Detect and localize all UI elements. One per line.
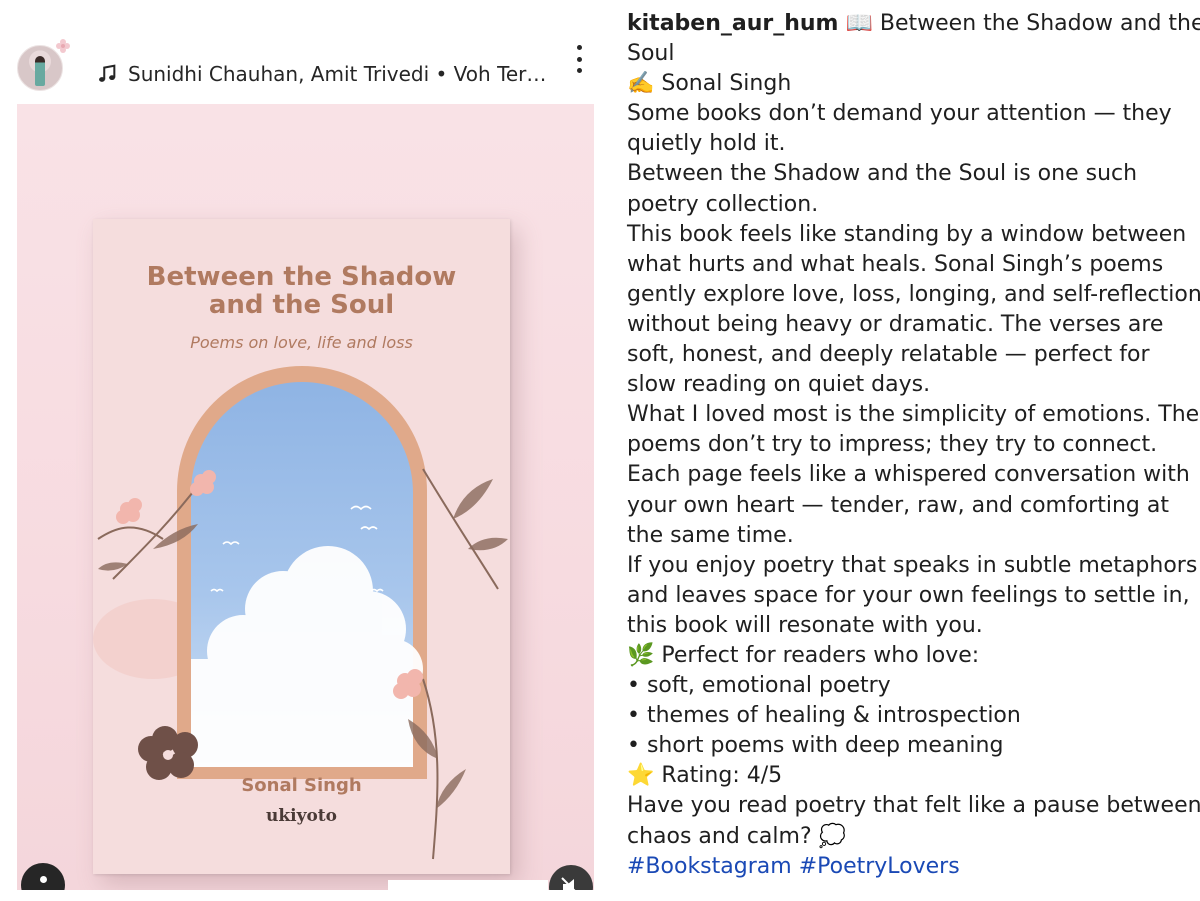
book-title: Between the Shadow and the Soul bbox=[93, 263, 510, 319]
caption-text-line: poetry collection. bbox=[627, 191, 819, 217]
caption-text-line: soft, honest, and deeply relatable — per… bbox=[627, 342, 1150, 368]
book-publisher: ukiyoto bbox=[265, 806, 337, 826]
caption-title-part2: Soul bbox=[627, 41, 675, 67]
flower-icon bbox=[56, 39, 70, 53]
media-bottom-strip bbox=[388, 880, 548, 890]
caption-text-line: this book will resonate with you. bbox=[627, 612, 983, 638]
caption-text-line: Some books don’t demand your attention —… bbox=[627, 101, 1172, 127]
caption-text-line: gently explore love, loss, longing, and … bbox=[627, 281, 1200, 307]
caption-text-line: poems don’t try to impress; they try to … bbox=[627, 432, 1158, 458]
post-media[interactable]: Between the Shadow and the Soul Poems on… bbox=[17, 104, 594, 890]
caption-text-line: Between the Shadow and the Soul is one s… bbox=[627, 161, 1138, 187]
caption-text-line: the same time. bbox=[627, 522, 794, 548]
caption-text-line: • short poems with deep meaning bbox=[627, 733, 1004, 759]
caption-text-line: Each page feels like a whispered convers… bbox=[627, 462, 1190, 488]
caption-text-line: 🌿 Perfect for readers who love: bbox=[627, 642, 980, 668]
music-note-icon bbox=[99, 64, 116, 82]
book-author: Sonal Singh bbox=[241, 775, 362, 796]
caption-text-line: • soft, emotional poetry bbox=[627, 673, 891, 699]
music-attribution[interactable]: Sunidhi Chauhan, Amit Trivedi • Voh Ter… bbox=[96, 62, 546, 86]
caption-text-line: without being heavy or dramatic. The ver… bbox=[627, 311, 1164, 337]
caption-text-line: and leaves space for your own feelings t… bbox=[627, 582, 1190, 608]
caption-text-line: This book feels like standing by a windo… bbox=[627, 221, 1187, 247]
caption-username[interactable]: kitaben_aur_hum bbox=[627, 11, 838, 36]
caption-rating-line: ⭐ Rating: 4/5 bbox=[627, 763, 783, 789]
more-options-icon[interactable] bbox=[566, 42, 592, 76]
mute-icon[interactable] bbox=[549, 865, 593, 890]
book-subtitle: Poems on love, life and loss bbox=[190, 333, 413, 352]
user-tags-icon[interactable] bbox=[21, 863, 65, 890]
caption-text-line: chaos and calm? 💭 bbox=[627, 823, 847, 849]
book-cover: Between the Shadow and the Soul Poems on… bbox=[93, 219, 510, 874]
caption-text-line: If you enjoy poetry that speaks in subtl… bbox=[627, 552, 1198, 578]
caption-author-line: ✍️ Sonal Singh bbox=[627, 71, 792, 97]
caption-title-part1: Between the Shadow and the bbox=[872, 11, 1200, 36]
caption-text-line: Have you read poetry that felt like a pa… bbox=[627, 793, 1200, 819]
book-title-line2: and the Soul bbox=[208, 290, 395, 320]
book-title-line1: Between the Shadow bbox=[146, 262, 457, 292]
caption-line-1: kitaben_aur_hum 📖 Between the Shadow and… bbox=[627, 9, 1200, 39]
post-caption: kitaben_aur_hum 📖 Between the Shadow and… bbox=[627, 9, 1200, 882]
hashtag-link[interactable]: #PoetryLovers bbox=[799, 854, 960, 879]
caption-text-line: What I loved most is the simplicity of e… bbox=[627, 402, 1200, 428]
caption-hashtags: #Bookstagram #PoetryLovers bbox=[627, 852, 1187, 882]
hashtag-link[interactable]: #Bookstagram bbox=[627, 854, 792, 879]
caption-text-line: your own heart — tender, raw, and comfor… bbox=[627, 492, 1169, 518]
caption-text-line: • themes of healing & introspection bbox=[627, 703, 1021, 729]
caption-text-line: slow reading on quiet days. bbox=[627, 372, 931, 398]
caption-text-line: what hurts and what heals. Sonal Singh’s… bbox=[627, 251, 1164, 277]
caption-text-line: quietly hold it. bbox=[627, 131, 786, 157]
open-book-icon: 📖 bbox=[845, 11, 873, 36]
music-label: Sunidhi Chauhan, Amit Trivedi • Voh Ter… bbox=[128, 62, 547, 86]
